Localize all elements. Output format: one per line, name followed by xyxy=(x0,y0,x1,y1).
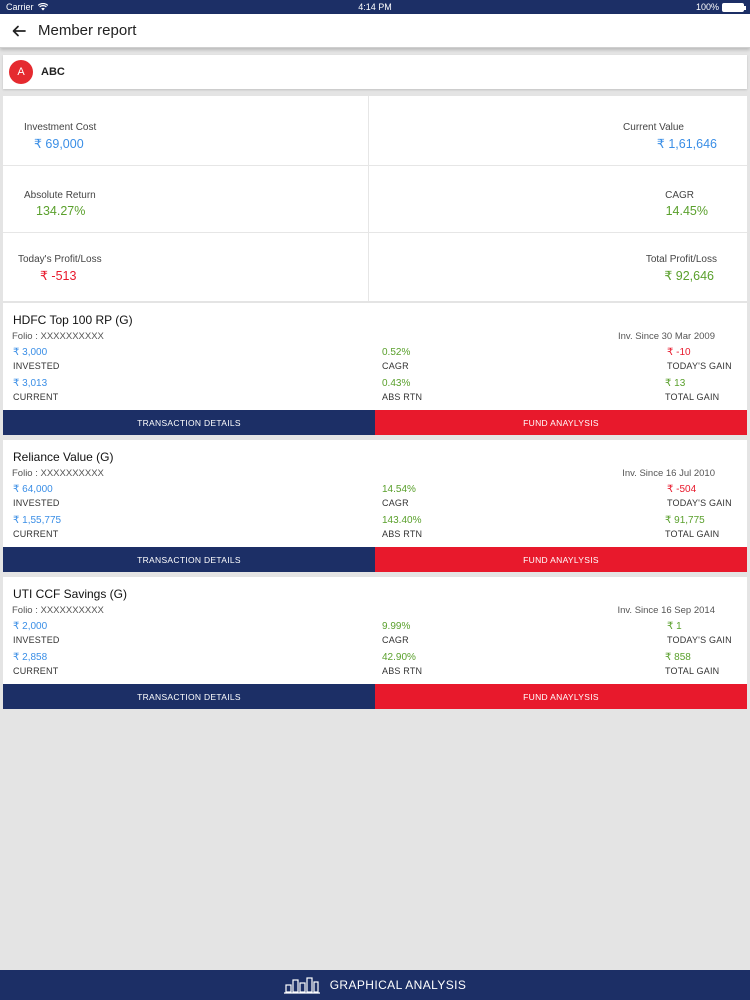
transaction-details-button[interactable]: TRANSACTION DETAILS xyxy=(3,410,375,435)
abs-rtn-value: 0.43% xyxy=(382,378,411,389)
fund-action-row: TRANSACTION DETAILS FUND ANAYLYSIS xyxy=(3,410,747,435)
abs-rtn-value: 143.40% xyxy=(382,515,422,526)
total-gain-label: TOTAL GAIN xyxy=(665,392,720,402)
total-gain-value: ₹ 858 xyxy=(665,652,691,663)
cagr-value: 14.54% xyxy=(382,484,416,495)
folio-number: Folio : XXXXXXXXXX xyxy=(12,468,104,479)
current-value: ₹ 1,55,775 xyxy=(13,515,62,526)
folio-number: Folio : XXXXXXXXXX xyxy=(12,605,104,616)
cagr-label: CAGR xyxy=(382,361,409,371)
carrier-label: Carrier xyxy=(6,2,34,12)
cagr-label: CAGR xyxy=(382,635,409,645)
invested-value: ₹ 2,000 xyxy=(13,621,48,632)
investment-cost-value: ₹ 69,000 xyxy=(34,137,84,151)
fund-analysis-button[interactable]: FUND ANAYLYSIS xyxy=(375,547,747,572)
investment-cost-label: Investment Cost xyxy=(24,122,97,133)
fund-card: Reliance Value (G) Folio : XXXXXXXXXX In… xyxy=(3,440,747,572)
todays-gain-value: ₹ -10 xyxy=(667,347,691,358)
summary-divider xyxy=(368,96,369,301)
cagr-value: 14.45% xyxy=(665,204,708,218)
todays-gain-value: ₹ -504 xyxy=(667,484,697,495)
member-bar[interactable]: A ABC xyxy=(3,55,747,89)
graphical-analysis-label: GRAPHICAL ANALYSIS xyxy=(329,978,467,992)
app-header: Member report xyxy=(0,14,750,48)
invested-label: INVESTED xyxy=(13,361,60,371)
todays-gain-label: TODAY'S GAIN xyxy=(667,498,732,508)
inv-since: Inv. Since 30 Mar 2009 xyxy=(618,331,715,342)
invested-label: INVESTED xyxy=(13,635,60,645)
inv-since: Inv. Since 16 Sep 2014 xyxy=(617,605,715,616)
current-label: CURRENT xyxy=(13,666,59,676)
abs-rtn-label: ABS RTN xyxy=(382,529,423,539)
total-gain-value: ₹ 91,775 xyxy=(665,515,705,526)
inv-since: Inv. Since 16 Jul 2010 xyxy=(622,468,715,479)
invested-label: INVESTED xyxy=(13,498,60,508)
battery-percent: 100% xyxy=(695,2,719,12)
status-bar: Carrier 4:14 PM 100% xyxy=(0,0,750,14)
absolute-return-value: 134.27% xyxy=(36,204,86,218)
todays-gain-label: TODAY'S GAIN xyxy=(667,635,732,645)
abs-rtn-value: 42.90% xyxy=(382,652,416,663)
cagr-label: CAGR xyxy=(382,498,409,508)
transaction-details-button[interactable]: TRANSACTION DETAILS xyxy=(3,547,375,572)
total-gain-label: TOTAL GAIN xyxy=(665,529,720,539)
fund-card: UTI CCF Savings (G) Folio : XXXXXXXXXX I… xyxy=(3,577,747,709)
absolute-return-label: Absolute Return xyxy=(24,190,96,201)
portfolio-summary: Investment Cost ₹ 69,000 Current Value ₹… xyxy=(3,96,747,301)
todays-profit-loss-value: ₹ -513 xyxy=(40,269,77,283)
current-label: CURRENT xyxy=(13,392,59,402)
current-value-value: ₹ 1,61,646 xyxy=(656,137,717,151)
cagr-label: CAGR xyxy=(665,190,694,201)
todays-gain-label: TODAY'S GAIN xyxy=(667,361,732,371)
current-value: ₹ 3,013 xyxy=(13,378,48,389)
member-name: ABC xyxy=(41,66,65,78)
avatar: A xyxy=(9,60,33,84)
cagr-value: 9.99% xyxy=(382,621,411,632)
invested-value: ₹ 64,000 xyxy=(13,484,53,495)
summary-divider xyxy=(3,232,747,233)
investment-cost: Investment Cost ₹ 69,000 xyxy=(24,122,96,151)
graphical-analysis-button[interactable]: GRAPHICAL ANALYSIS xyxy=(0,970,750,1000)
fund-action-row: TRANSACTION DETAILS FUND ANAYLYSIS xyxy=(3,684,747,709)
fund-analysis-button[interactable]: FUND ANAYLYSIS xyxy=(375,410,747,435)
total-profit-loss-value: ₹ 92,646 xyxy=(664,269,714,283)
folio-number: Folio : XXXXXXXXXX xyxy=(12,331,104,342)
fund-name: HDFC Top 100 RP (G) xyxy=(13,313,133,327)
fund-name: Reliance Value (G) xyxy=(13,450,114,464)
invested-value: ₹ 3,000 xyxy=(13,347,48,358)
todays-profit-loss: Today's Profit/Loss ₹ -513 xyxy=(18,254,102,283)
total-profit-loss: Total Profit/Loss ₹ 92,646 xyxy=(646,254,717,283)
total-gain-label: TOTAL GAIN xyxy=(665,666,720,676)
transaction-details-button[interactable]: TRANSACTION DETAILS xyxy=(3,684,375,709)
wifi-icon xyxy=(37,3,48,11)
current-value: Current Value ₹ 1,61,646 xyxy=(623,122,717,151)
todays-profit-loss-label: Today's Profit/Loss xyxy=(18,254,102,265)
abs-rtn-label: ABS RTN xyxy=(382,666,423,676)
current-value: ₹ 2,858 xyxy=(13,652,48,663)
status-time: 4:14 PM xyxy=(358,2,392,12)
current-label: CURRENT xyxy=(13,529,59,539)
fund-analysis-button[interactable]: FUND ANAYLYSIS xyxy=(375,684,747,709)
fund-card: HDFC Top 100 RP (G) Folio : XXXXXXXXXX I… xyxy=(3,303,747,435)
todays-gain-value: ₹ 1 xyxy=(667,621,682,632)
absolute-return: Absolute Return 134.27% xyxy=(24,190,96,218)
abs-rtn-label: ABS RTN xyxy=(382,392,423,402)
arrow-left-icon xyxy=(12,25,26,36)
current-value-label: Current Value xyxy=(623,122,684,133)
summary-divider xyxy=(3,165,747,166)
total-profit-loss-label: Total Profit/Loss xyxy=(645,254,717,265)
page-title: Member report xyxy=(38,22,137,39)
battery-icon xyxy=(722,2,746,12)
cagr: CAGR 14.45% xyxy=(665,190,708,218)
back-button[interactable] xyxy=(0,14,38,48)
fund-name: UTI CCF Savings (G) xyxy=(13,587,128,601)
fund-action-row: TRANSACTION DETAILS FUND ANAYLYSIS xyxy=(3,547,747,572)
total-gain-value: ₹ 13 xyxy=(665,378,686,389)
cagr-value: 0.52% xyxy=(382,347,411,358)
bar-chart-icon xyxy=(283,977,320,994)
